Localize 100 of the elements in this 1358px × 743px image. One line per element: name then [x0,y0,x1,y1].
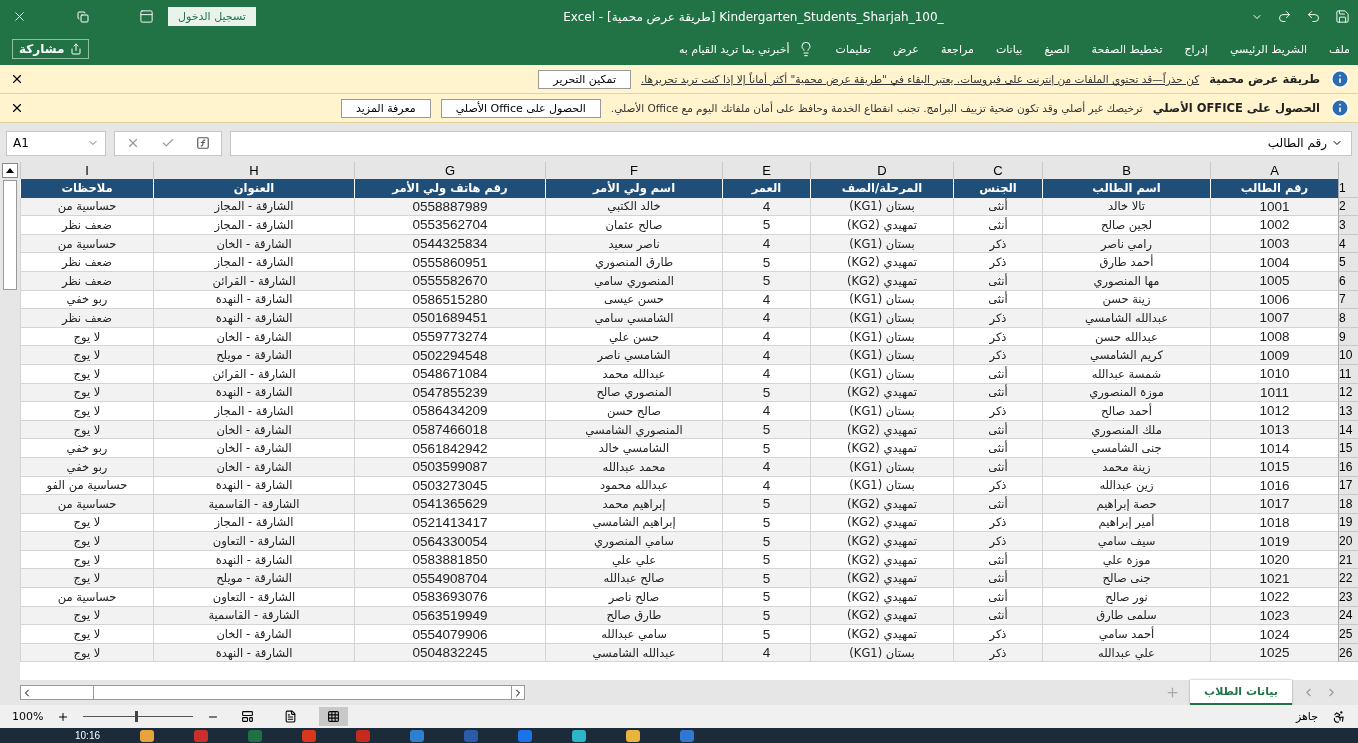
window-title: Excel - [طريقة عرض محمية] Kindergarten_Students_Sharjah_100_ [562,9,945,24]
name-box[interactable]: A1 [6,130,106,156]
table-cell: أنثى [953,216,1042,235]
horizontal-scrollbar[interactable] [20,685,525,700]
row-header[interactable]: 13 [1338,402,1358,421]
normal-view-icon[interactable] [327,710,341,723]
message-button[interactable]: الحصول على Office الأصلي [440,98,601,118]
ribbon-tab[interactable]: الصيغ [1044,42,1070,56]
table-cell: 1007 [1210,309,1338,328]
message-title: الحصول على OFFICE الأصلي [1152,101,1320,115]
table-cell: صالح ناصر [545,588,722,607]
table-cell: 0541365629 [354,495,545,514]
column-letter[interactable]: F [545,162,722,179]
row-header[interactable]: 15 [1338,439,1358,458]
message-button[interactable]: تمكين التحرير [538,69,632,89]
redo-icon[interactable] [1277,9,1292,24]
row-header[interactable]: 1 [1338,179,1358,198]
row-header[interactable]: 22 [1338,569,1358,589]
table-cell: 1014 [1210,439,1338,458]
row-header[interactable]: 20 [1338,532,1358,551]
table-cell: بستان (KG1) [810,402,953,421]
ribbon-tab[interactable]: إدراج [1184,42,1208,56]
table-cell: تمهيدي (KG2) [810,253,953,272]
table-cell: 4 [722,346,810,365]
table-cell: 5 [722,588,810,607]
column-letter[interactable]: H [153,162,354,179]
message-link[interactable]: كن حذراً—قد تحتوي الملفات من إنترنت على فيروسات. يعتبر البقاء في "طريقة عرض محمية" أكثر أماناً إلا إذا كنت تريد تحريرها. [641,73,1200,85]
table-cell: بستان (KG1) [810,346,953,365]
table-cell: حصة إبراهيم [1042,495,1210,514]
taskbar-app-icon[interactable] [626,729,641,742]
ribbon-tab[interactable]: ملف [1329,42,1350,56]
table-cell: 0502294548 [354,346,545,365]
accessibility-icon[interactable] [1332,709,1346,724]
row-header[interactable]: 18 [1338,495,1358,514]
tell-me-field[interactable]: أخبرني بما تريد القيام به [678,42,790,56]
table-cell: كريم الشامسي [1042,346,1210,365]
row-header[interactable]: 23 [1338,588,1358,607]
ribbon-tab[interactable]: بيانات [995,42,1023,56]
message-title: طريقة عرض محمية [1209,72,1320,86]
taskbar-app-icon[interactable] [518,729,533,742]
table-cell: 5 [722,625,810,644]
taskbar-app-icon[interactable] [410,729,425,742]
taskbar-app-icon[interactable] [572,729,587,742]
table-cell: تمهيدي (KG2) [810,495,953,514]
zoom-level[interactable]: 100% [12,710,44,723]
message-button[interactable]: معرفة المزيد [341,98,431,118]
ribbon-tab[interactable]: تعليمات [835,42,871,56]
table-cell: تمهيدي (KG2) [810,216,953,235]
share-button[interactable]: مشاركة [12,39,90,59]
page-layout-icon[interactable] [284,710,298,723]
table-cell: سامي المنصوري [545,532,722,551]
column-header: العمر [722,179,810,198]
taskbar-app-icon[interactable] [302,729,317,742]
table-cell: حساسية من [20,495,153,514]
table-cell: لا يوج [20,402,153,421]
close-icon[interactable] [10,101,24,115]
column-letter[interactable]: D [810,162,953,179]
formula-field[interactable]: رقم الطالب [230,130,1352,156]
table-cell: 0561842942 [354,439,545,458]
ribbon-tab[interactable]: عرض [892,42,919,56]
sign-in-button[interactable]: تسجيل الدخول [168,7,256,26]
row-header[interactable]: 8 [1338,309,1358,328]
close-icon[interactable] [10,72,24,86]
row-header[interactable]: 25 [1338,625,1358,644]
table-cell: بستان (KG1) [810,309,953,328]
table-cell: صالح حسن [545,402,722,421]
row-header[interactable]: 10 [1338,346,1358,365]
table-cell: 0501689451 [354,309,545,328]
row-header[interactable]: 5 [1338,253,1358,272]
ribbon-display-icon[interactable] [139,9,154,24]
column-letter[interactable]: C [953,162,1042,179]
page-break-icon[interactable] [241,710,255,723]
taskbar-app-icon[interactable] [680,729,695,742]
function-icon[interactable] [196,136,211,150]
column-letter[interactable]: G [354,162,545,179]
undo-icon[interactable] [1306,9,1321,24]
column-letter[interactable]: E [722,162,810,179]
save-icon[interactable] [1335,9,1350,24]
column-letter[interactable]: B [1042,162,1210,179]
column-header: المرحلة/الصف [810,179,953,198]
zoom-thumb[interactable] [135,711,139,722]
scroll-up-button[interactable] [2,163,18,178]
column-letter[interactable]: A [1210,162,1338,179]
restore-icon[interactable] [77,10,89,23]
clock[interactable]: 10:16 [75,730,101,741]
ribbon-tab[interactable]: الشريط الرئيسي [1229,42,1308,56]
table-cell: 0586434209 [354,402,545,421]
table-cell: ضعف نظر [20,309,153,328]
table-cell: الشارقة - مويلح [153,569,354,589]
table-cell: 1004 [1210,253,1338,272]
enter-icon[interactable] [161,136,175,150]
ribbon-tab[interactable]: تخطيط الصفحة [1091,42,1163,56]
scroll-thumb[interactable] [3,180,17,290]
row-header[interactable]: 3 [1338,216,1358,235]
table-cell: 1021 [1210,569,1338,589]
taskbar-app-icon[interactable] [140,729,155,742]
ribbon-tab[interactable]: مراجعة [940,42,974,56]
zoom-in-icon[interactable] [57,710,70,723]
sheet-tab[interactable]: بيانات الطلاب [1190,680,1292,705]
column-letter[interactable]: I [20,162,153,179]
